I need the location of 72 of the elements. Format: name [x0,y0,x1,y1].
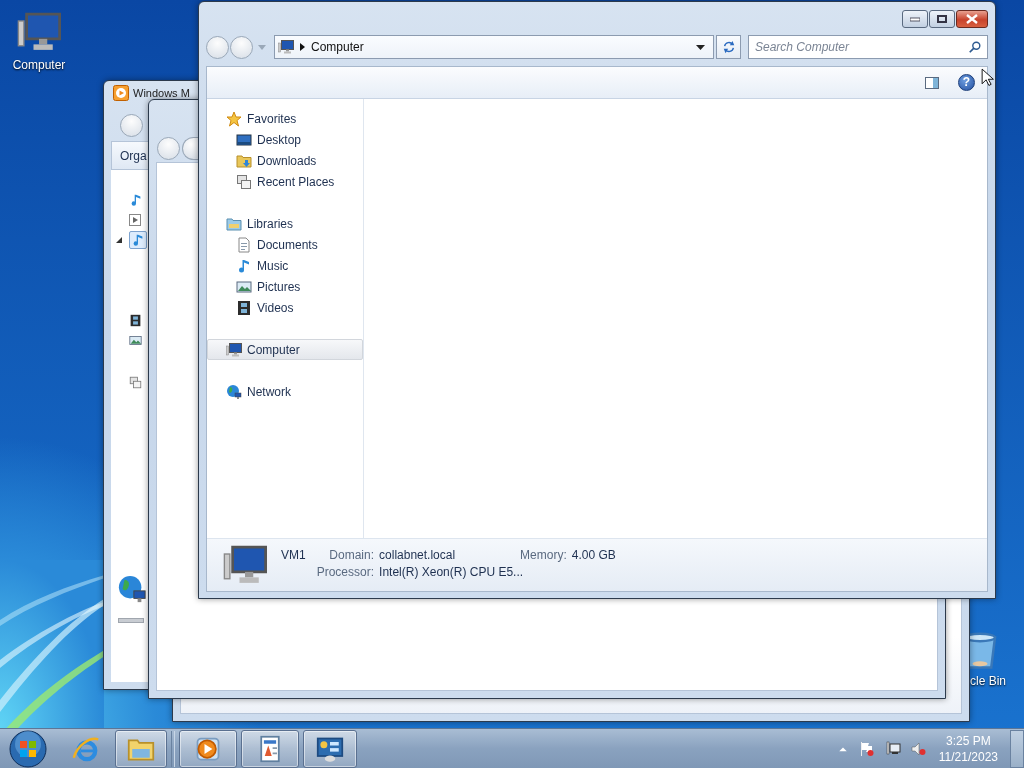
field-value: collabnet.local [379,547,456,562]
start-orb-icon [9,729,47,768]
nav-item[interactable]: Videos [207,297,363,318]
desktop-icon-label[interactable]: Computer [12,58,66,72]
star-icon [226,110,242,127]
close-icon [966,14,978,24]
expander-icon[interactable] [116,237,122,243]
folder-icon [236,152,252,169]
computer-name: VM1 [281,547,306,562]
chevron-icon[interactable] [300,43,305,51]
nav-item[interactable]: Downloads [207,150,363,171]
window-title: Windows M [133,87,190,99]
picture-icon [129,333,142,347]
nav-item[interactable]: Pictures [207,276,363,297]
nav-item[interactable]: Documents [207,234,363,255]
folder-icon [226,215,242,232]
nav-item[interactable]: Music [207,255,363,276]
maximize-button[interactable] [929,10,955,28]
document-icon [236,236,252,253]
organize-button[interactable]: Orga [120,148,147,163]
windows-stack-icon [236,173,252,190]
restore-icon [937,15,947,23]
address-bar[interactable]: Computer [274,35,714,59]
control-panel-button[interactable] [303,729,357,768]
music-note-icon [129,193,143,207]
field-label: Memory: [520,547,567,562]
field-label: Domain: [328,547,375,562]
slider-track[interactable] [118,617,144,623]
globe-icon [226,383,242,400]
address-text: Computer [311,40,365,54]
preview-pane-icon [924,74,940,91]
refresh-button[interactable] [716,35,741,59]
nav-item[interactable]: Recent Places [207,171,363,192]
media-player-button[interactable] [179,729,237,768]
clock-date: 11/21/2023 [938,748,998,765]
flag-icon [858,740,875,757]
field-label: Processor: [316,564,375,579]
network-icon [884,740,901,757]
play-icon [129,214,141,226]
speaker-icon [910,740,927,757]
explorer-button[interactable] [115,729,167,768]
clock-time: 3:25 PM [946,732,991,749]
film-icon [129,313,142,327]
search-field[interactable]: Search Computer [748,35,988,59]
field-value: Intel(R) Xeon(R) CPU E5... [379,564,525,579]
windows-stack-icon [129,375,142,389]
refresh-icon [721,40,736,54]
play-icon [113,85,129,101]
nav-item[interactable]: Computer [207,339,363,360]
music-note-icon [236,257,252,274]
nav-item[interactable]: Libraries [207,213,363,234]
selected-item[interactable] [129,231,147,249]
wordpad-button[interactable] [241,729,299,768]
start-button[interactable] [6,728,50,768]
globe-icon [117,574,147,604]
nav-item[interactable]: Network [207,381,363,402]
picture-icon [236,278,252,295]
field-value: 4.00 GB [571,547,616,562]
show-desktop-button[interactable] [1010,729,1024,768]
nav-item[interactable]: Desktop [207,129,363,150]
minimize-icon [910,16,920,22]
desktop-icon [236,131,252,148]
minimize-button[interactable] [902,10,928,28]
close-button[interactable] [956,10,988,28]
nav-item[interactable]: Favorites [207,108,363,129]
search-icon [968,40,982,54]
computer-icon [278,39,294,55]
music-note-icon [131,233,145,247]
caret-icon[interactable] [696,44,705,50]
desktop-icon-label[interactable]: cle Bin [970,674,1007,688]
film-icon [236,299,252,316]
computer-icon [226,341,242,358]
